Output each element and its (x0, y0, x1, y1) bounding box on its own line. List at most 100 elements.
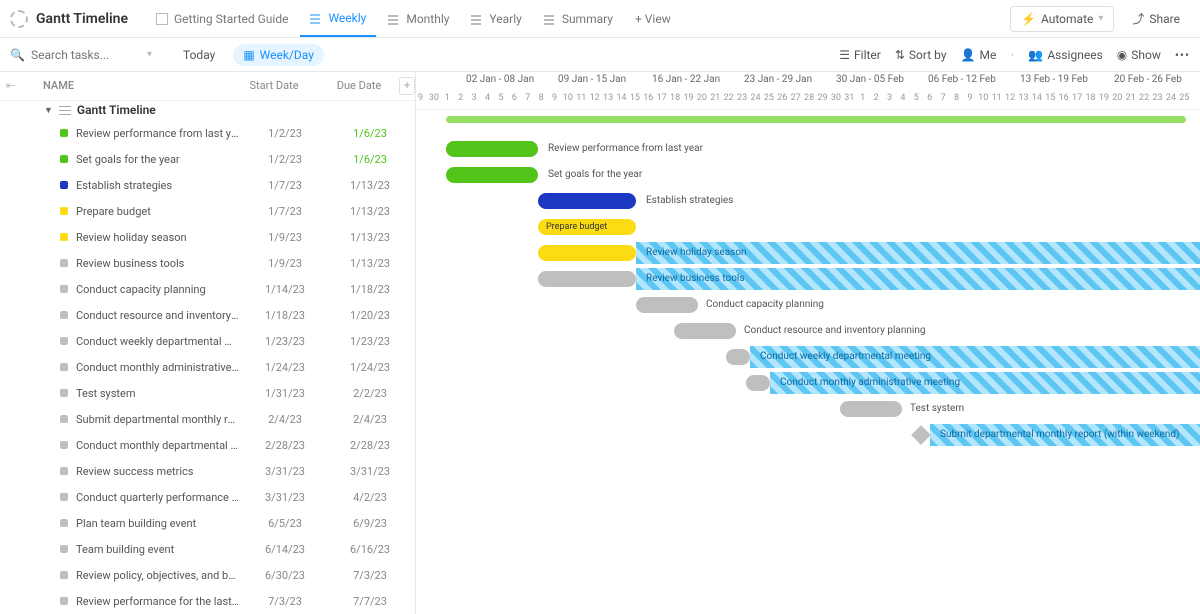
tab-monthly[interactable]: Monthly (378, 2, 459, 36)
gantt-icon (310, 12, 322, 24)
task-row[interactable]: Conduct capacity planning1/14/231/18/23 (0, 276, 415, 302)
gantt-bar[interactable] (446, 141, 538, 157)
share-icon: ⤴ (1132, 10, 1144, 27)
task-row[interactable]: Review performance for the last 6 months… (0, 588, 415, 614)
more-button[interactable]: ••• (1175, 48, 1190, 62)
today-button[interactable]: Today (175, 44, 223, 66)
task-row[interactable]: Review success metrics3/31/233/31/23 (0, 458, 415, 484)
task-name: Conduct capacity planning (76, 283, 240, 296)
week-label: 16 Jan - 22 Jan (652, 74, 720, 85)
task-row[interactable]: Plan team building event6/5/236/9/23 (0, 510, 415, 536)
col-start-header[interactable]: Start Date (229, 79, 319, 92)
task-row[interactable]: Review holiday season1/9/231/13/23 (0, 224, 415, 250)
col-due-header[interactable]: Due Date (319, 79, 399, 92)
week-label: 06 Feb - 12 Feb (928, 74, 996, 85)
day-label: 30 (829, 93, 842, 103)
task-due: 7/3/23 (330, 569, 410, 582)
gantt-row (416, 604, 1200, 614)
gantt-bar[interactable] (840, 401, 902, 417)
tab-summary[interactable]: Summary (534, 2, 623, 36)
task-due: 1/24/23 (330, 361, 410, 374)
task-name: Review policy, objectives, and business … (76, 569, 240, 582)
day-label: 28 (803, 93, 816, 103)
milestone-diamond[interactable] (911, 425, 931, 445)
task-due: 1/13/23 (330, 231, 410, 244)
task-row[interactable]: Submit departmental monthly report (with… (0, 406, 415, 432)
search-input[interactable] (31, 48, 141, 62)
gantt-bar[interactable] (726, 349, 750, 365)
me-button[interactable]: 👤Me (961, 48, 997, 62)
task-due: 6/16/23 (330, 543, 410, 556)
collapse-icon[interactable]: ⇤ (0, 79, 21, 92)
status-dot (60, 571, 68, 579)
task-row[interactable]: Review performance from last year1/2/231… (0, 120, 415, 146)
task-start: 1/24/23 (240, 361, 330, 374)
task-row[interactable]: Review business tools1/9/231/13/23 (0, 250, 415, 276)
task-name: Review success metrics (76, 465, 240, 478)
sort-icon: ⇅ (895, 48, 905, 62)
tab-getting-started[interactable]: Getting Started Guide (146, 2, 298, 36)
day-label: 1 (856, 93, 869, 103)
task-start: 1/14/23 (240, 283, 330, 296)
gantt-row (416, 474, 1200, 500)
task-row[interactable]: Conduct monthly departmental meeting2/28… (0, 432, 415, 458)
gantt-bar[interactable] (746, 375, 770, 391)
week-label: 23 Jan - 29 Jan (744, 74, 812, 85)
task-row[interactable]: Establish strategies1/7/231/13/23 (0, 172, 415, 198)
task-row[interactable]: Review policy, objectives, and business … (0, 562, 415, 588)
task-row[interactable]: Conduct quarterly performance meeting3/3… (0, 484, 415, 510)
group-header[interactable]: ▼ Gantt Timeline (0, 101, 415, 120)
day-label: 10 (561, 93, 574, 103)
automate-button[interactable]: ⚡Automate▾ (1010, 6, 1114, 32)
task-row[interactable]: Conduct monthly administrative meeting1/… (0, 354, 415, 380)
task-due: 3/31/23 (330, 465, 410, 478)
gantt-bar[interactable] (538, 245, 636, 261)
day-label: 24 (1164, 93, 1177, 103)
bar-label: Review business tools (646, 273, 745, 284)
collapse-triangle-icon[interactable]: ▼ (44, 105, 53, 116)
gantt-bar[interactable] (538, 271, 636, 287)
gantt-row (416, 552, 1200, 578)
chevron-down-icon[interactable]: ▾ (147, 49, 152, 60)
add-view-button[interactable]: + View (625, 2, 681, 36)
gantt-row: Review business tools (416, 266, 1200, 292)
day-label: 13 (1017, 93, 1030, 103)
task-due: 1/6/23 (330, 127, 410, 140)
task-row[interactable]: Set goals for the year1/2/231/6/23 (0, 146, 415, 172)
bar-label: Submit departmental monthly report (with… (940, 429, 1179, 440)
assignees-button[interactable]: 👥Assignees (1028, 48, 1102, 62)
col-name-header[interactable]: NAME (21, 79, 229, 92)
task-name: Review business tools (76, 257, 240, 270)
task-row[interactable]: Prepare budget1/7/231/13/23 (0, 198, 415, 224)
status-dot (60, 415, 68, 423)
week-day-toggle[interactable]: ▦Week/Day (233, 44, 324, 66)
gantt-bar[interactable] (636, 297, 698, 313)
day-label: 18 (1084, 93, 1097, 103)
task-due: 1/18/23 (330, 283, 410, 296)
sort-button[interactable]: ⇅Sort by (895, 48, 947, 62)
task-name: Review performance from last year (76, 127, 240, 140)
tab-yearly[interactable]: Yearly (461, 2, 531, 36)
tab-weekly[interactable]: Weekly (300, 1, 376, 37)
task-due: 1/13/23 (330, 257, 410, 270)
gantt-bar[interactable] (538, 193, 636, 209)
gantt-row (416, 500, 1200, 526)
task-name: Test system (76, 387, 240, 400)
task-row[interactable]: Test system1/31/232/2/23 (0, 380, 415, 406)
day-label: 25 (1178, 93, 1191, 103)
show-button[interactable]: ◉Show (1117, 48, 1161, 62)
week-label: 30 Jan - 05 Feb (836, 74, 904, 85)
add-column-button[interactable]: + (399, 77, 415, 95)
task-row[interactable]: Conduct weekly departmental meeting1/23/… (0, 328, 415, 354)
task-row[interactable]: Team building event6/14/236/16/23 (0, 536, 415, 562)
gantt-icon (388, 13, 400, 25)
filter-button[interactable]: ☰Filter (839, 48, 881, 62)
day-label: 27 (789, 93, 802, 103)
gantt-icon (544, 13, 556, 25)
bar-label: Conduct capacity planning (706, 299, 824, 310)
gantt-bar[interactable] (446, 167, 538, 183)
task-row[interactable]: Conduct resource and inventory planning1… (0, 302, 415, 328)
share-button[interactable]: ⤴Share (1122, 5, 1190, 32)
status-dot (60, 337, 68, 345)
gantt-bar[interactable] (674, 323, 736, 339)
